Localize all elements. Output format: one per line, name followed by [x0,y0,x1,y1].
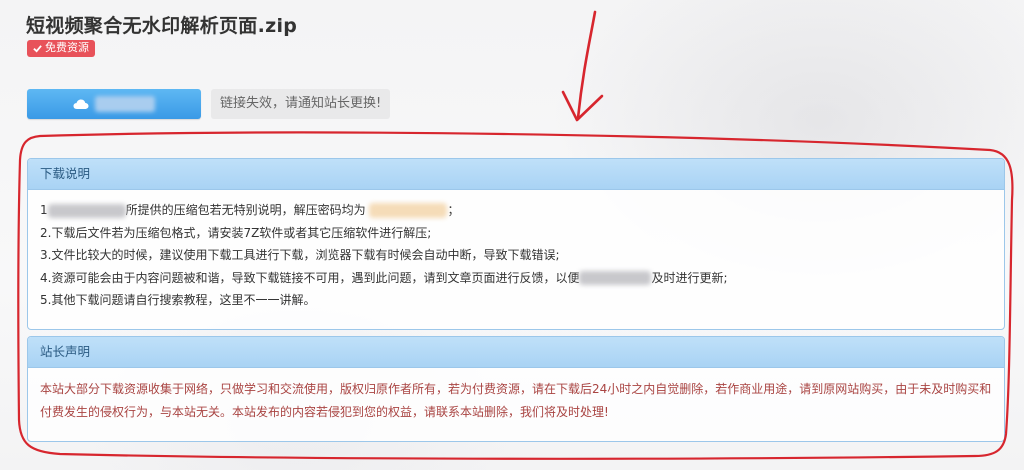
download-button[interactable] [27,89,201,119]
page-title: 短视频聚合无水印解析页面.zip [26,15,298,37]
download-button-label-redacted [95,96,155,112]
download-instructions-title: 下载说明 [28,159,1004,190]
cloud-icon [73,99,89,109]
redacted-site-name [47,203,126,218]
instruction-item-4: 4.资源可能会由于内容问题被和谐，导致下载链接不可用，遇到此问题，请到文章页面进… [40,270,728,285]
instruction-item-3: 3.文件比较大的时候，建议使用下载工具进行下载，浏览器下载有时候会自动中断，导致… [40,248,560,262]
redacted-site-name [579,271,652,285]
download-instructions-body: 1 所提供的压缩包若无特别说明，解压密码均为 ； 2.下载后文件若为压缩包格式，请… [28,190,1004,321]
redacted-password [369,203,448,218]
instruction-item-1: 1 所提供的压缩包若无特别说明，解压密码均为 ； [40,203,460,218]
site-statement-title: 站长声明 [28,337,1004,368]
free-resource-badge: 免费资源 [27,40,95,57]
download-instructions-panel: 下载说明 1 所提供的压缩包若无特别说明，解压密码均为 ； 2.下载后文件若为压缩… [27,158,1005,330]
badge-label: 免费资源 [45,41,89,54]
site-statement-text: 本站大部分下载资源收集于网络，只做学习和交流使用，版权归原作者所有，若为付费资源… [40,382,992,419]
link-invalid-notice: 链接失效，请通知站长更换! [211,89,391,119]
instruction-item-2: 2.下载后文件若为压缩包格式，请安装7Z软件或者其它压缩软件进行解压; [40,225,432,240]
check-icon [33,44,42,53]
site-statement-panel: 站长声明 本站大部分下载资源收集于网络，只做学习和交流使用，版权归原作者所有，若… [27,336,1005,442]
instruction-item-5: 5.其他下载问题请自行搜索教程，这里不一一讲解。 [40,293,316,307]
